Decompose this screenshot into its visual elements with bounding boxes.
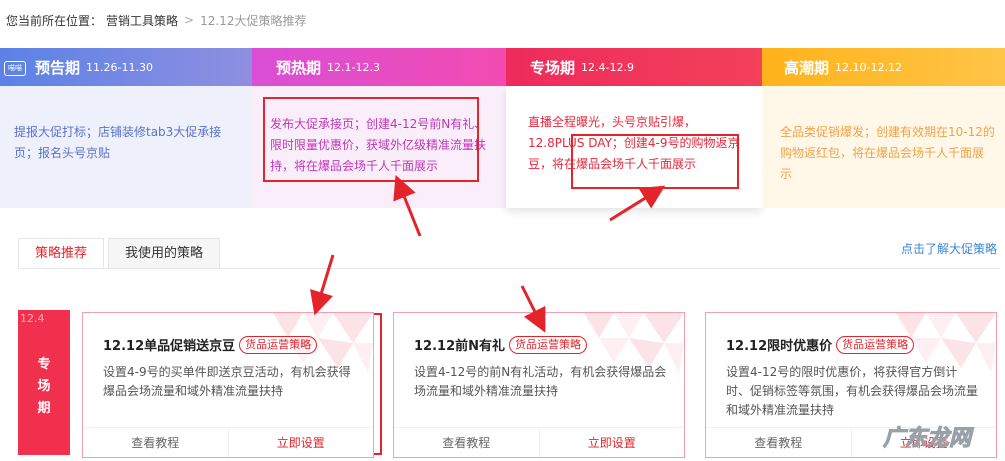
card-category-badge: 货品运营策略 [239, 335, 318, 354]
side-tag-date: 12.4 [20, 312, 45, 325]
phase-special-header: 专场期 12.4-12.9 [506, 48, 762, 86]
card-title: 12.12限时优惠价 [726, 339, 833, 354]
card-title-row: 12.12单品促销送京豆 货品运营策略 [103, 335, 318, 354]
annotation-arrow-icon [310, 254, 335, 316]
card-title-row: 12.12前N有礼 货品运营策略 [414, 335, 588, 354]
side-tag-char: 专 [37, 357, 51, 372]
phase-preview-header: 喵喵 预告期 11.26-11.30 [0, 48, 252, 86]
phase-warmup-header: 预热期 12.1-12.3 [252, 48, 506, 86]
phase-name: 专场期 [530, 58, 576, 77]
phase-name: 预告期 [35, 58, 81, 77]
phase-dates: 12.4-12.9 [581, 60, 634, 74]
card-title: 12.12前N有礼 [414, 339, 506, 354]
view-tutorial-button[interactable]: 查看教程 [394, 428, 540, 457]
breadcrumb-separator: > [184, 13, 195, 27]
card-description: 设置4-9号的买单件即送京豆活动，有机会获得爆品会场流量和域外精准流量扶持 [103, 365, 351, 398]
breadcrumb-lead: 您当前所在位置： [6, 13, 103, 28]
card-actions: 查看教程 立即设置 [394, 427, 684, 457]
card-description: 设置4-12号的前N有礼活动，有机会获得爆品会场流量和域外精准流量扶持 [414, 365, 667, 398]
annotation-highlight-box [571, 134, 739, 189]
breadcrumb: 您当前所在位置： 营销工具策略 > 12.12大促策略推荐 [0, 0, 1005, 40]
phase-timeline: 喵喵 预告期 11.26-11.30 提报大促打标；店铺装修tab3大促承接页；… [0, 48, 1005, 208]
tab-recommended[interactable]: 策略推荐 [18, 238, 105, 269]
side-tag-char: 期 [37, 401, 51, 416]
tab-my-strategies[interactable]: 我使用的策略 [108, 238, 221, 269]
logo-icon: 喵喵 [4, 61, 26, 76]
breadcrumb-current: 12.12大促策略推荐 [200, 13, 307, 28]
phase-name: 高潮期 [784, 58, 830, 77]
side-tag-char: 场 [37, 379, 51, 394]
tab-divider [18, 268, 999, 269]
learn-more-link[interactable]: 点击了解大促策略 [901, 240, 997, 257]
view-tutorial-button[interactable]: 查看教程 [706, 428, 852, 457]
watermark-text: 广东龙网 [882, 426, 971, 452]
setup-now-button[interactable]: 立即设置 [540, 428, 685, 457]
phase-peak-header: 高潮期 12.10-12.12 [762, 48, 1005, 86]
phase-preview-desc: 提报大促打标；店铺装修tab3大促承接页；报名头号京贴 [0, 86, 252, 208]
phase-peak-desc: 全品类促销爆发；创建有效期在10-12的购物返红包，将在爆品会场千人千面展示 [762, 86, 1005, 208]
breadcrumb-link-marketing-tools[interactable]: 营销工具策略 [106, 12, 178, 29]
view-tutorial-button[interactable]: 查看教程 [83, 428, 229, 457]
watermark: 广东龙网 [882, 420, 971, 452]
side-tag-label: 专 场 期 [18, 354, 70, 420]
strategy-tabs: 策略推荐 我使用的策略 [18, 238, 224, 269]
phase-peak: 高潮期 12.10-12.12 全品类促销爆发；创建有效期在10-12的购物返红… [762, 48, 1005, 208]
phase-preview: 喵喵 预告期 11.26-11.30 提报大促打标；店铺装修tab3大促承接页；… [0, 48, 252, 208]
phase-side-tag: 12.4 专 场 期 [18, 310, 70, 455]
strategy-card: 12.12前N有礼 货品运营策略 设置4-12号的前N有礼活动，有机会获得爆品会… [393, 312, 685, 458]
card-description: 设置4-12号的限时优惠价，将获得官方倒计时、促销标签等氛围，有机会获得爆品会场… [726, 365, 979, 417]
annotation-highlight-box [263, 97, 479, 182]
phase-name: 预热期 [276, 58, 322, 77]
phase-dates: 12.10-12.12 [835, 60, 902, 74]
card-category-badge: 货品运营策略 [509, 335, 588, 354]
phase-dates: 12.1-12.3 [327, 60, 380, 74]
card-category-badge: 货品运营策略 [836, 335, 915, 354]
phase-dates: 11.26-11.30 [86, 60, 153, 74]
strategy-card: 12.12单品促销送京豆 货品运营策略 设置4-9号的买单件即送京豆活动，有机会… [82, 312, 374, 458]
card-title: 12.12单品促销送京豆 [103, 339, 236, 354]
card-title-row: 12.12限时优惠价 货品运营策略 [726, 335, 915, 354]
card-actions: 查看教程 立即设置 [83, 427, 373, 457]
setup-now-button[interactable]: 立即设置 [229, 428, 374, 457]
